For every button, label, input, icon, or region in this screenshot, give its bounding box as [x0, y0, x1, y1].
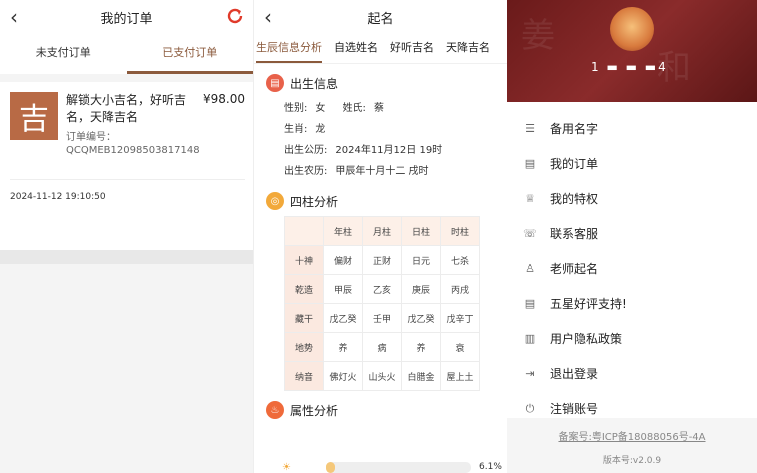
back-arrow-icon[interactable]: ‹	[264, 5, 272, 29]
tab-custom-name[interactable]: 自选姓名	[334, 35, 378, 63]
section-attributes: ♨ 属性分析	[266, 401, 507, 419]
icp-link[interactable]: 备案号:粤ICP备18088056号-4A	[507, 428, 757, 443]
document-icon: ▤	[524, 297, 536, 310]
table-header-row: 年柱 月柱 日柱 时柱	[284, 216, 480, 246]
power-icon: ⏻	[525, 401, 535, 415]
order-card[interactable]: 吉 解锁大小吉名，好听吉名，天降吉名 订单编号： QCQMEB120985038…	[0, 82, 253, 250]
solar-row: 出生公历: 2024年11月12日 19时	[284, 145, 443, 156]
orders-header: ‹ 我的订单	[0, 0, 253, 34]
profile-banner: 姜 和 1 ▬ ▬ ▬4	[507, 0, 757, 102]
menu-privacy[interactable]: ▥ 用户隐私政策	[523, 321, 757, 356]
order-tabs: 未支付订单 已支付订单	[0, 34, 253, 74]
username: 1 ▬ ▬ ▬4	[591, 60, 668, 74]
section-pillars: ◎ 四柱分析	[266, 192, 507, 210]
zodiac-row: 生肖: 龙	[284, 124, 326, 135]
menu-backup-names[interactable]: ☰ 备用名字	[523, 111, 757, 146]
avatar[interactable]	[610, 7, 654, 51]
tab-paid[interactable]: 已支付订单	[126, 34, 253, 74]
table-row: 纳音 佛灯火 山头火 白腊金 屋上土	[284, 361, 480, 391]
menu-teacher-naming[interactable]: ♙ 老师起名	[523, 251, 757, 286]
order-price: ¥98.00	[203, 92, 245, 106]
menu-my-orders[interactable]: ▤ 我的订单	[523, 146, 757, 181]
flame-icon: ♨	[266, 401, 284, 419]
tab-nice-names[interactable]: 好听吉名	[390, 35, 434, 63]
menu-logout[interactable]: ⇥ 退出登录	[523, 356, 757, 391]
table-row: 乾造 甲辰 乙亥 庚辰 丙戌	[284, 274, 480, 304]
attribute-bar-fill	[326, 462, 335, 473]
menu-privileges[interactable]: ♕ 我的特权	[523, 181, 757, 216]
element-icon: ☀	[282, 462, 291, 473]
profile-menu: ☰ 备用名字 ▤ 我的订单 ♕ 我的特权 ☏ 联系客服 ♙ 老师起名 ▤ 五星好评支持! ▥…	[507, 111, 757, 426]
menu-support[interactable]: ☏ 联系客服	[523, 216, 757, 251]
crown-icon: ♕	[525, 192, 535, 205]
table-row: 藏干 戊乙癸 壬甲 戊乙癸 戊辛丁	[284, 303, 480, 333]
pillars-table: 年柱 月柱 日柱 时柱 十神 偏财 正财 日元 七杀 乾造 甲辰 乙亥 庚辰 丙戌 藏干 戊乙癸 壬甲 戊乙…	[284, 216, 480, 391]
attribute-percent: 6.1%	[479, 462, 502, 472]
divider	[0, 250, 253, 264]
order-name: 解锁大小吉名，好听吉名，天降吉名	[66, 93, 187, 124]
document-icon: ▤	[266, 74, 284, 92]
order-date: 2024-11-12 19:10:50	[10, 179, 245, 202]
order-no-label: 订单编号：	[66, 132, 116, 143]
gender-surname-row: 性别: 女 姓氏: 蔡	[284, 103, 384, 114]
tab-unpaid[interactable]: 未支付订单	[0, 34, 127, 74]
section-birth-info: ▤ 出生信息	[266, 74, 507, 92]
person-icon: ♙	[525, 262, 535, 275]
order-icon: ▤	[524, 157, 536, 170]
headset-icon: ☏	[523, 227, 537, 240]
footer: 备案号:粤ICP备18088056号-4A 版本号:v2.0.9	[507, 418, 757, 473]
list-icon: ☰	[525, 122, 535, 135]
lunar-row: 出生农历: 甲辰年十月十二 戌时	[284, 166, 429, 177]
profile-panel: 姜 和 1 ▬ ▬ ▬4 ☰ 备用名字 ▤ 我的订单 ♕ 我的特权 ☏ 联系客服 ♙ 老师…	[507, 0, 757, 473]
tab-birth-analysis[interactable]: 生辰信息分析	[256, 35, 322, 63]
page-title: 我的订单	[100, 11, 153, 27]
back-arrow-icon[interactable]: ‹	[10, 5, 18, 29]
attribute-bar	[326, 462, 471, 473]
naming-panel: ‹ 起名 生辰信息分析 自选姓名 好听吉名 天降吉名 ▤ 出生信息 性别: 女 姓…	[253, 0, 507, 473]
naming-header: ‹ 起名	[254, 0, 507, 34]
compass-icon: ◎	[266, 192, 284, 210]
orders-panel: ‹ 我的订单 未支付订单 已支付订单 吉 解锁大小吉名，好听吉名，天降吉名 订单…	[0, 0, 253, 473]
lucky-char-icon: 吉	[10, 92, 58, 140]
order-no: QCQMEB12098503817148	[66, 145, 200, 156]
tab-heaven-names[interactable]: 天降吉名	[446, 35, 490, 63]
app-version: 版本号:v2.0.9	[602, 456, 662, 466]
logout-icon: ⇥	[525, 367, 535, 380]
menu-rate[interactable]: ▤ 五星好评支持!	[523, 286, 757, 321]
table-row: 地势养病养衰	[284, 332, 480, 362]
table-row: 十神 偏财 正财 日元 七杀	[284, 245, 480, 275]
naming-tabs: 生辰信息分析 自选姓名 好听吉名 天降吉名	[254, 34, 507, 64]
policy-icon: ▥	[524, 332, 536, 345]
page-title: 起名	[367, 11, 394, 27]
refresh-icon[interactable]	[225, 6, 245, 26]
